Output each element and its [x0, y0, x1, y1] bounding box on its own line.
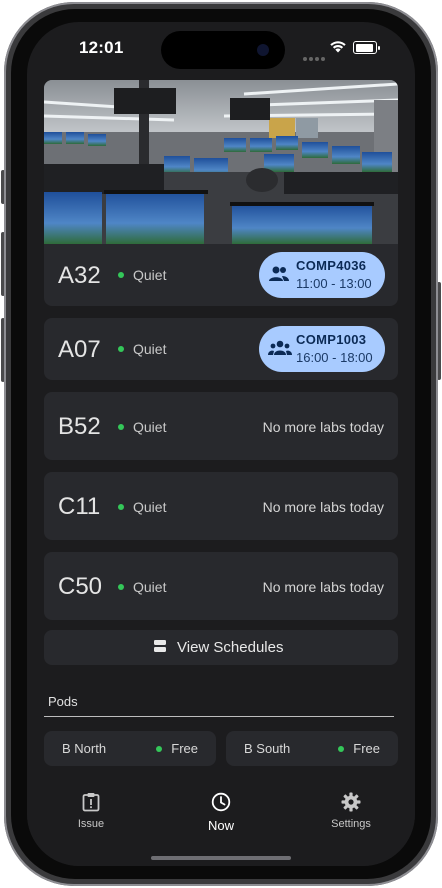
noise-label: Quiet — [133, 419, 167, 435]
computer-lab-photo — [44, 80, 398, 244]
pod-name: B North — [62, 741, 107, 756]
tab-now[interactable]: Now — [176, 792, 266, 833]
noise-status: Quiet — [118, 579, 166, 595]
lab-card[interactable]: C11 Quiet No more labs today — [44, 472, 398, 540]
pods-heading: Pods — [48, 694, 78, 709]
pod-status-label: Free — [353, 741, 380, 756]
status-bar: 12:01 — [27, 22, 415, 76]
room-label: C11 — [58, 493, 101, 520]
lab-photo — [44, 80, 398, 244]
tab-issue-label: Issue — [77, 818, 105, 830]
booking-pill[interactable]: COMP4036 11:00 - 13:00 — [259, 252, 385, 298]
course-time: 11:00 - 13:00 — [296, 276, 372, 291]
lab-card[interactable]: B52 Quiet No more labs today — [44, 392, 398, 460]
home-indicator — [151, 856, 291, 860]
tab-issue[interactable]: Issue — [46, 792, 136, 830]
tab-bar: Issue Now Settings — [27, 774, 415, 866]
course-code: COMP1003 — [296, 332, 367, 347]
dynamic-island — [161, 31, 285, 69]
pod-status: Free — [338, 741, 380, 756]
status-dot-icon — [338, 746, 345, 752]
group-icon — [269, 266, 289, 281]
cellular-signal-icon — [303, 48, 327, 66]
pod-status: Free — [156, 741, 198, 756]
room-label: A32 — [58, 262, 101, 289]
schedule-list-icon — [154, 640, 166, 652]
lab-status-text: No more labs today — [262, 579, 384, 595]
view-schedules-label: View Schedules — [177, 639, 284, 656]
noise-status: Quiet — [118, 267, 166, 283]
lab-status-text: No more labs today — [262, 499, 384, 515]
noise-status: Quiet — [118, 419, 166, 435]
status-dot-icon — [156, 746, 163, 752]
pod-card[interactable]: B North Free — [44, 731, 216, 766]
course-code: COMP4036 — [296, 258, 367, 273]
app-screen: 12:01 A32 Quiet COMP4036 11:00 - 13:00 A… — [27, 22, 415, 866]
battery-icon — [353, 41, 380, 54]
room-label: B52 — [58, 413, 101, 440]
clock-icon — [211, 792, 231, 812]
noise-label: Quiet — [133, 341, 167, 357]
status-time: 12:01 — [79, 38, 124, 57]
status-dot-icon — [118, 424, 124, 430]
camera-icon — [257, 44, 269, 56]
lab-card[interactable]: C50 Quiet No more labs today — [44, 552, 398, 620]
noise-label: Quiet — [133, 499, 167, 515]
lab-card[interactable]: A32 Quiet COMP4036 11:00 - 13:00 — [44, 244, 398, 306]
tab-settings[interactable]: Settings — [306, 792, 396, 830]
wifi-icon — [330, 41, 346, 53]
course-time: 16:00 - 18:00 — [296, 350, 373, 365]
status-dot-icon — [118, 584, 124, 590]
noise-status: Quiet — [118, 499, 166, 515]
lab-status-text: No more labs today — [262, 419, 384, 435]
pod-name: B South — [244, 741, 291, 756]
pod-status-label: Free — [171, 741, 198, 756]
status-dot-icon — [118, 272, 124, 278]
room-label: A07 — [58, 336, 101, 363]
issue-icon — [82, 793, 100, 812]
room-label: C50 — [58, 573, 103, 600]
status-dot-icon — [118, 504, 124, 510]
tab-settings-label: Settings — [331, 818, 371, 830]
noise-label: Quiet — [133, 579, 167, 595]
noise-label: Quiet — [133, 267, 167, 283]
view-schedules-button[interactable]: View Schedules — [44, 630, 398, 665]
pod-card[interactable]: B South Free — [226, 731, 398, 766]
tab-now-label: Now — [207, 818, 234, 833]
groups-icon — [268, 340, 292, 355]
pods-divider — [44, 716, 394, 717]
gear-icon — [341, 792, 361, 812]
noise-status: Quiet — [118, 341, 166, 357]
lab-card[interactable]: A07 Quiet COMP1003 16:00 - 18:00 — [44, 318, 398, 380]
booking-pill[interactable]: COMP1003 16:00 - 18:00 — [259, 326, 385, 372]
status-dot-icon — [118, 346, 124, 352]
